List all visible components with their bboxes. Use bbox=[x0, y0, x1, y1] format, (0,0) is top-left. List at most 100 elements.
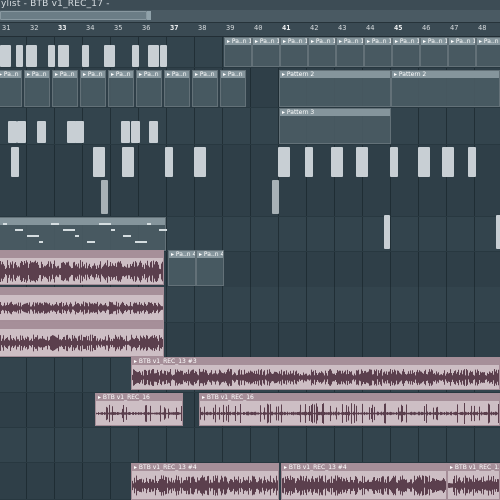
clip-header[interactable]: ▸ Pa..n 1 bbox=[477, 38, 500, 45]
pattern-clip[interactable]: ▸ Pa..n 1 bbox=[448, 37, 476, 67]
sample-marker[interactable] bbox=[48, 45, 55, 67]
sample-marker[interactable] bbox=[93, 147, 105, 177]
clip-header[interactable]: ▸ Pa..n 1 bbox=[449, 38, 475, 45]
sample-marker[interactable] bbox=[26, 45, 37, 67]
pattern-clip[interactable]: ▸ Pa..n 1 bbox=[476, 37, 500, 67]
clip-header[interactable]: ▸ Pa..n 1 bbox=[25, 71, 49, 78]
sample-marker[interactable] bbox=[121, 121, 130, 143]
bar-number[interactable]: 33 bbox=[58, 24, 66, 32]
bar-number[interactable]: 46 bbox=[422, 24, 430, 32]
audio-clip[interactable]: ▸ BTB v1_REC_16 bbox=[95, 393, 183, 426]
clip-header[interactable]: ▸ Pa..n 1 bbox=[337, 38, 363, 45]
pattern-clip[interactable]: ▸ Pa..n 1 bbox=[392, 37, 420, 67]
pattern-clip[interactable]: ▸ Pa..n 1 bbox=[80, 70, 106, 107]
audio-clip[interactable] bbox=[0, 287, 164, 321]
audio-clip[interactable]: ▸ BTB v1_REC_13 bbox=[447, 463, 500, 500]
sample-marker[interactable] bbox=[0, 45, 11, 67]
sample-marker[interactable] bbox=[165, 147, 173, 177]
clip-header[interactable]: ▸ Pa..n 1 bbox=[421, 38, 447, 45]
bar-number[interactable]: 40 bbox=[254, 24, 262, 32]
audio-clip[interactable]: ▸ BTB v1_REC_13 #3 bbox=[131, 357, 500, 390]
bar-number[interactable]: 35 bbox=[114, 24, 122, 32]
bar-number[interactable]: 41 bbox=[282, 24, 290, 32]
sample-marker[interactable] bbox=[418, 147, 430, 177]
sample-marker[interactable] bbox=[272, 180, 279, 214]
pattern-clip[interactable]: ▸ Pa..n 1 bbox=[336, 37, 364, 67]
bar-number[interactable]: 38 bbox=[198, 24, 206, 32]
pattern-clip[interactable]: ▸ Pa..n 4 bbox=[196, 250, 224, 286]
pattern-clip[interactable]: ▸ Pa..n 1 bbox=[108, 70, 134, 107]
bar-number[interactable]: 47 bbox=[450, 24, 458, 32]
clip-header[interactable]: ▸ Pa..n 1 bbox=[81, 71, 105, 78]
bar-number[interactable]: 42 bbox=[310, 24, 318, 32]
clip-header[interactable]: ▸ BTB v1_REC_16 bbox=[96, 394, 182, 401]
clip-header[interactable] bbox=[0, 322, 163, 329]
audio-clip[interactable]: ▸ BTB v1_REC_13 #4 bbox=[281, 463, 447, 500]
clip-header[interactable]: ▸ BTB v1_REC_16 bbox=[200, 394, 499, 401]
bar-number[interactable]: 37 bbox=[170, 24, 178, 32]
clip-header[interactable]: ▸ Pa..n 1 bbox=[393, 38, 419, 45]
clip-header[interactable]: ▸ Pa..n 1 bbox=[165, 71, 189, 78]
clip-header[interactable]: ▸ BTB v1_REC_13 #4 bbox=[132, 464, 278, 471]
sample-marker[interactable] bbox=[16, 45, 23, 67]
audio-clip[interactable]: ▸ BTB v1_REC_16 bbox=[199, 393, 500, 426]
playlist-track[interactable] bbox=[0, 428, 500, 463]
clip-header[interactable]: ▸ Pa..n 1 bbox=[109, 71, 133, 78]
clip-header[interactable]: ▸ Pa..n 1 bbox=[365, 38, 391, 45]
bar-number[interactable]: 31 bbox=[2, 24, 10, 32]
sample-marker[interactable] bbox=[122, 147, 134, 177]
playlist-tracks[interactable]: ▸ Pa..n 1 ▸ Pa..n 1 ▸ Pa..n 1 ▸ Pa..n 1 ▸ Pa… bbox=[0, 37, 500, 500]
timeline-ruler[interactable]: 31 32 33 34 35 36 37 38 39 40 41 42 43 44 45 46 47 48 bbox=[0, 23, 500, 37]
pattern-clip[interactable]: ▸ Pa..n 1 bbox=[308, 37, 336, 67]
sample-marker[interactable] bbox=[278, 147, 290, 177]
clip-header[interactable]: ▸ Pa..n 1 bbox=[53, 71, 77, 78]
sample-marker[interactable] bbox=[131, 121, 140, 143]
audio-clip[interactable] bbox=[0, 321, 164, 357]
clip-header[interactable]: ▸ Pa..n 4 bbox=[197, 251, 223, 258]
sample-marker[interactable] bbox=[331, 147, 343, 177]
window-title-bar[interactable]: ylist - BTB v1_REC_17 - bbox=[0, 0, 500, 10]
clip-header[interactable]: ▸ Pa..n 1 bbox=[281, 38, 307, 45]
pattern-clip[interactable]: ▸ Pa..n 1 bbox=[364, 37, 392, 67]
pattern-clip[interactable]: ▸ Pa..n 1 bbox=[24, 70, 50, 107]
bar-number[interactable]: 43 bbox=[338, 24, 346, 32]
sample-marker[interactable] bbox=[442, 147, 454, 177]
pattern-clip[interactable]: ▸ Pattern 2 bbox=[391, 70, 500, 107]
bar-number[interactable]: 44 bbox=[366, 24, 374, 32]
clip-header[interactable]: ▸ Pa..n 1 bbox=[137, 71, 161, 78]
sample-marker[interactable] bbox=[8, 121, 17, 143]
sample-marker[interactable] bbox=[356, 147, 368, 177]
sample-marker[interactable] bbox=[11, 147, 19, 177]
pattern-clip[interactable]: ▸ Pattern 2 bbox=[279, 70, 391, 107]
sample-marker[interactable] bbox=[148, 45, 159, 67]
bar-number[interactable]: 45 bbox=[394, 24, 402, 32]
sample-marker[interactable] bbox=[101, 180, 108, 214]
pattern-clip[interactable]: ▸ Pa..n 1 bbox=[164, 70, 190, 107]
sample-marker[interactable] bbox=[390, 147, 398, 177]
pattern-clip[interactable]: ▸ Pa..n 4 bbox=[168, 250, 196, 286]
clip-header[interactable]: ▸ Pattern 2 bbox=[392, 71, 499, 78]
sample-marker[interactable] bbox=[75, 121, 84, 143]
sample-marker[interactable] bbox=[305, 147, 313, 177]
bar-number[interactable]: 39 bbox=[226, 24, 234, 32]
sample-marker[interactable] bbox=[496, 215, 500, 249]
pattern-clip[interactable]: ▸ Pa..n 1 bbox=[220, 70, 246, 107]
sample-marker[interactable] bbox=[384, 215, 390, 249]
pattern-clip[interactable] bbox=[0, 217, 166, 251]
audio-clip[interactable]: ▸ BTB v1_REC_13 #4 bbox=[131, 463, 279, 500]
pattern-clip[interactable]: ▸ Pa..n 1 bbox=[252, 37, 280, 67]
clip-header[interactable]: ▸ Pa..n 4 bbox=[169, 251, 195, 258]
clip-header[interactable]: ▸ Pa..n 1 bbox=[225, 38, 251, 45]
pattern-clip[interactable]: ▸ Pattern 3 bbox=[279, 108, 391, 144]
pattern-clip[interactable]: ▸ Pa..n 1 bbox=[192, 70, 218, 107]
clip-header[interactable]: ▸ Pa..n 1 bbox=[253, 38, 279, 45]
clip-header[interactable]: ▸ Pa..n 1 bbox=[193, 71, 217, 78]
pattern-clip[interactable]: ▸ Pa..n 1 bbox=[52, 70, 78, 107]
clip-header[interactable] bbox=[0, 218, 165, 225]
bar-number[interactable]: 32 bbox=[30, 24, 38, 32]
sample-marker[interactable] bbox=[468, 147, 476, 177]
sample-marker[interactable] bbox=[104, 45, 115, 67]
clip-header[interactable]: ▸ BTB v1_REC_13 bbox=[448, 464, 499, 471]
sample-marker[interactable] bbox=[37, 121, 46, 143]
sample-marker[interactable] bbox=[132, 45, 139, 67]
